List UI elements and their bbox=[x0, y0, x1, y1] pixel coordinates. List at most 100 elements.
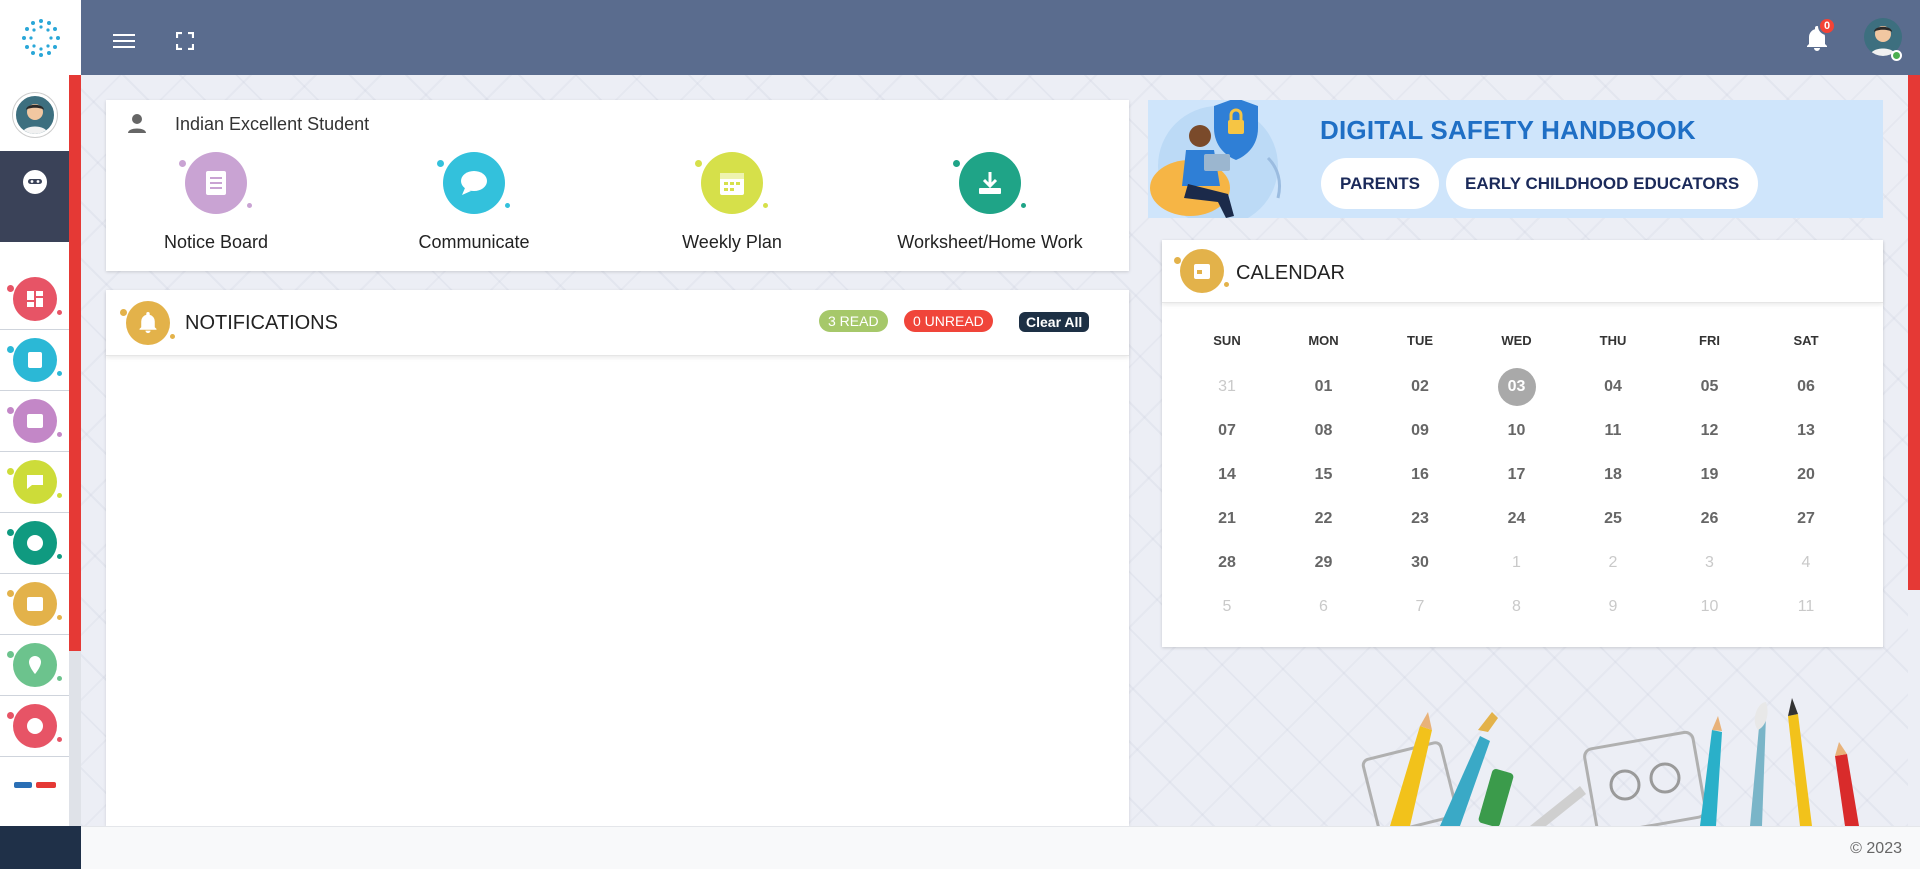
calendar-day[interactable]: 18 bbox=[1565, 466, 1661, 484]
calendar-day[interactable]: 14 bbox=[1179, 466, 1275, 484]
calendar-header: CALENDAR bbox=[1162, 240, 1883, 303]
online-status-dot bbox=[1891, 50, 1902, 61]
sidebar-item-4[interactable] bbox=[0, 452, 69, 513]
calendar-day[interactable]: 04 bbox=[1565, 378, 1661, 396]
student-face-icon bbox=[22, 170, 47, 194]
sidebar-footer bbox=[0, 826, 81, 869]
calendar-day[interactable]: 6 bbox=[1276, 598, 1372, 616]
sidebar-item-5[interactable] bbox=[0, 513, 69, 574]
clear-all-button[interactable]: Clear All bbox=[1019, 312, 1090, 332]
sidebar-partner-logo[interactable] bbox=[0, 755, 69, 815]
sidebar-avatar[interactable] bbox=[13, 93, 57, 137]
calendar-day-number: 10 bbox=[1700, 598, 1719, 615]
calendar-day[interactable]: 22 bbox=[1276, 510, 1372, 528]
calendar-day[interactable]: 01 bbox=[1276, 378, 1372, 396]
calendar-day[interactable]: 06 bbox=[1758, 378, 1854, 396]
sidebar-item-2[interactable] bbox=[0, 330, 69, 391]
calendar-day-number: 6 bbox=[1319, 598, 1328, 615]
calendar-day-number: 11 bbox=[1604, 422, 1622, 439]
calendar-day[interactable]: 19 bbox=[1662, 466, 1758, 484]
fullscreen-icon[interactable] bbox=[173, 29, 197, 53]
worksheet-homework-label: Worksheet/Home Work bbox=[897, 232, 1083, 252]
calendar-icon bbox=[6, 582, 62, 626]
calendar-day[interactable]: 7 bbox=[1372, 598, 1468, 616]
art-supplies-illustration bbox=[1350, 690, 1890, 836]
calendar-day[interactable]: 11 bbox=[1565, 422, 1661, 440]
calendar-day[interactable]: 07 bbox=[1179, 422, 1275, 440]
worksheet-homework-link[interactable]: Worksheet/Home Work bbox=[880, 152, 1100, 253]
calendar-day[interactable]: 10 bbox=[1662, 598, 1758, 616]
sidebar-item-student[interactable] bbox=[0, 151, 69, 242]
calendar-day[interactable]: 3 bbox=[1662, 554, 1758, 572]
calendar-day-number: 8 bbox=[1512, 598, 1521, 615]
calendar-day-number: 31 bbox=[1218, 378, 1236, 395]
weekly-plan-link[interactable]: Weekly Plan bbox=[622, 152, 842, 253]
person-icon bbox=[126, 112, 148, 139]
app-logo[interactable] bbox=[0, 0, 81, 75]
sidebar-item-3[interactable] bbox=[0, 391, 69, 452]
calendar-day-number: 9 bbox=[1608, 598, 1618, 615]
calendar-day[interactable]: 20 bbox=[1758, 466, 1854, 484]
calendar-day[interactable]: 2 bbox=[1565, 554, 1661, 572]
parents-button[interactable]: PARENTS bbox=[1321, 158, 1439, 209]
logo-icon bbox=[21, 18, 60, 57]
weekday-header: SAT bbox=[1793, 333, 1819, 348]
calendar-day-number: 4 bbox=[1801, 554, 1811, 571]
calendar-day[interactable]: 30 bbox=[1372, 554, 1468, 572]
calendar-day[interactable]: 08 bbox=[1276, 422, 1372, 440]
calendar-day[interactable]: 29 bbox=[1276, 554, 1372, 572]
calendar-day-number: 21 bbox=[1218, 510, 1236, 527]
calendar-day[interactable]: 28 bbox=[1179, 554, 1275, 572]
calendar-day[interactable]: 16 bbox=[1372, 466, 1468, 484]
early-childhood-educators-button[interactable]: EARLY CHILDHOOD EDUCATORS bbox=[1446, 158, 1759, 209]
sidebar-item-7[interactable] bbox=[0, 635, 69, 696]
weekday-header: MON bbox=[1308, 333, 1339, 348]
calendar-day-number: 16 bbox=[1411, 466, 1429, 483]
calendar-day[interactable]: 23 bbox=[1372, 510, 1468, 528]
sidebar-edge bbox=[69, 651, 81, 826]
download-icon bbox=[953, 152, 1026, 214]
sidebar-item-6[interactable] bbox=[0, 574, 69, 635]
calendar-day[interactable]: 1 bbox=[1469, 554, 1565, 572]
calendar-day-number: 09 bbox=[1411, 422, 1429, 439]
calendar-icon bbox=[1174, 249, 1229, 293]
calendar-day[interactable]: 02 bbox=[1372, 378, 1468, 396]
calendar-day[interactable]: 27 bbox=[1758, 510, 1854, 528]
communicate-link[interactable]: Communicate bbox=[364, 152, 584, 253]
calendar-day-number: 3 bbox=[1705, 554, 1714, 571]
calendar-day[interactable]: 13 bbox=[1758, 422, 1854, 440]
hamburger-icon[interactable] bbox=[112, 29, 136, 53]
student-name: Indian Excellent Student bbox=[175, 114, 370, 134]
calendar-day[interactable]: 5 bbox=[1179, 598, 1275, 616]
calendar-day-number: 07 bbox=[1218, 422, 1236, 439]
sidebar-item-1[interactable] bbox=[0, 269, 69, 330]
calendar-day[interactable]: 05 bbox=[1662, 378, 1758, 396]
calendar-day[interactable]: 11 bbox=[1758, 598, 1854, 616]
notifications-title: NOTIFICATIONS bbox=[185, 312, 338, 334]
calendar-day[interactable]: 12 bbox=[1662, 422, 1758, 440]
calendar-day[interactable]: 15 bbox=[1276, 466, 1372, 484]
calendar-day-number: 14 bbox=[1218, 466, 1236, 483]
calendar-day[interactable]: 31 bbox=[1179, 378, 1275, 396]
sidebar-item-8[interactable] bbox=[0, 696, 69, 757]
calendar-day[interactable]: 26 bbox=[1662, 510, 1758, 528]
calendar-day[interactable]: 17 bbox=[1469, 466, 1565, 484]
read-count-badge[interactable]: 3 READ bbox=[819, 310, 888, 332]
calendar-day[interactable]: 21 bbox=[1179, 510, 1275, 528]
calendar-day[interactable]: 4 bbox=[1758, 554, 1854, 572]
calendar-day-number: 03 bbox=[1497, 368, 1536, 406]
weekday-header: TUE bbox=[1407, 333, 1433, 348]
notice-board-link[interactable]: Notice Board bbox=[106, 152, 326, 253]
calendar-day[interactable]: 8 bbox=[1469, 598, 1565, 616]
unread-count-badge[interactable]: 0 UNREAD bbox=[904, 310, 993, 332]
calendar-day[interactable]: 09 bbox=[1372, 422, 1468, 440]
calendar-day-today[interactable]: 03 bbox=[1469, 368, 1565, 406]
chat-icon bbox=[6, 460, 62, 504]
calendar-day[interactable]: 9 bbox=[1565, 598, 1661, 616]
notice-board-icon bbox=[179, 152, 252, 214]
calendar-day[interactable]: 10 bbox=[1469, 422, 1565, 440]
calendar-day[interactable]: 25 bbox=[1565, 510, 1661, 528]
calendar-day-number: 08 bbox=[1314, 422, 1333, 439]
calendar-day[interactable]: 24 bbox=[1469, 510, 1565, 528]
calendar-day-number: 13 bbox=[1797, 422, 1815, 439]
